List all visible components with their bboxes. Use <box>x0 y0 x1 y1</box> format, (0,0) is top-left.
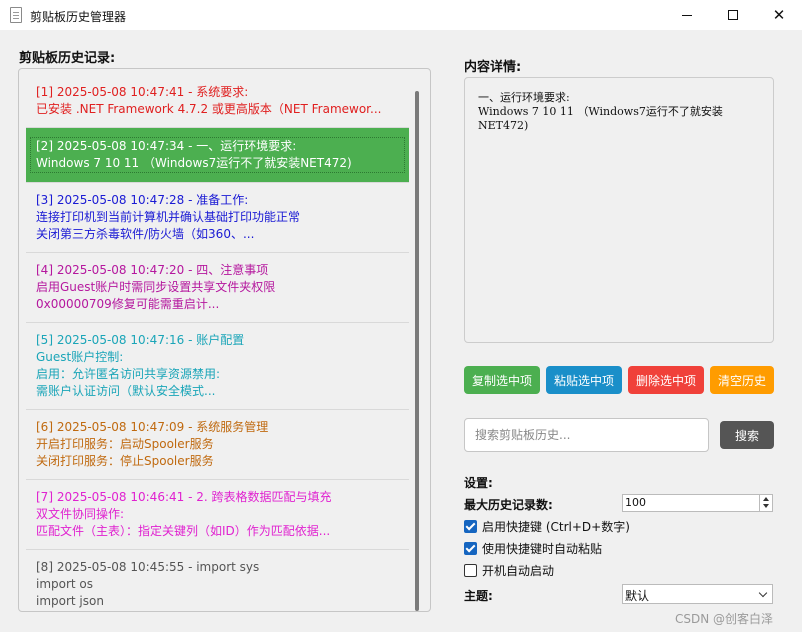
history-scrollbar[interactable] <box>415 91 419 611</box>
history-item-text: [8] 2025-05-08 10:45:55 - import sys impo… <box>36 559 399 610</box>
history-item[interactable]: [4] 2025-05-08 10:47:20 - 四、注意事项 启用Guest账… <box>26 253 409 323</box>
theme-label: 主题: <box>464 589 493 603</box>
history-item[interactable]: [8] 2025-05-08 10:45:55 - import sys impo… <box>26 550 409 611</box>
watermark: CSDN @创客白泽 <box>675 612 774 626</box>
autostart-checkbox-label: 开机自动启动 <box>482 564 555 578</box>
history-item[interactable]: [1] 2025-05-08 10:47:41 - 系统要求: 已安装 .NET … <box>26 72 409 128</box>
theme-value: 默认 <box>625 589 650 603</box>
maximize-button[interactable] <box>710 0 756 30</box>
history-item-line: Windows 7 10 11 （Windows7运行不了就安装NET472) <box>36 156 352 170</box>
history-item-text: [7] 2025-05-08 10:46:41 - 2. 跨表格数据匹配与填充双… <box>36 489 399 540</box>
history-item-line: 已安装 .NET Framework 4.7.2 或更高版本（NET Frame… <box>36 102 382 116</box>
auto-paste-checkbox-row[interactable]: 使用快捷键时自动粘贴 <box>464 540 602 557</box>
history-item-line: [6] 2025-05-08 10:47:09 - 系统服务管理 <box>36 420 269 434</box>
history-item-line: [8] 2025-05-08 10:45:55 - import sys <box>36 560 260 574</box>
history-item-text: [6] 2025-05-08 10:47:09 - 系统服务管理 开启打印服务：启… <box>36 419 399 470</box>
history-item-line: 需账户认证访问（默认安全模式... <box>36 384 216 398</box>
autostart-checkbox-row[interactable]: 开机自动启动 <box>464 562 554 579</box>
history-item-text: [3] 2025-05-08 10:47:28 - 准备工作: 连接打印机到当前计… <box>36 192 399 243</box>
history-item-line: 开启打印服务：启动Spooler服务 <box>36 437 214 451</box>
search-input[interactable] <box>464 418 709 452</box>
copy-selected-button[interactable]: 复制选中项 <box>464 366 540 394</box>
hotkey-checkbox[interactable] <box>464 520 477 533</box>
history-item-line: 关闭第三方杀毒软件/防火墙（如360、... <box>36 227 255 241</box>
history-item-text: [1] 2025-05-08 10:47:41 - 系统要求: 已安装 .NET … <box>36 84 399 118</box>
history-item-text: [4] 2025-05-08 10:47:20 - 四、注意事项 启用Guest账… <box>36 262 399 313</box>
minimize-icon <box>682 14 692 16</box>
settings-label: 设置: <box>464 476 493 490</box>
hotkey-checkbox-row[interactable]: 启用快捷键 (Ctrl+D+数字) <box>464 518 630 535</box>
history-item-line: [1] 2025-05-08 10:47:41 - 系统要求: <box>36 85 249 99</box>
history-item-line: [7] 2025-05-08 10:46:41 - 2. 跨表格数据匹配与填充 <box>36 490 332 504</box>
max-history-spinbox[interactable]: 100 <box>622 494 773 512</box>
close-button[interactable]: ✕ <box>756 0 802 30</box>
close-icon: ✕ <box>772 5 786 24</box>
history-item-line: 关闭打印服务：停止Spooler服务 <box>36 454 214 468</box>
delete-selected-button[interactable]: 删除选中项 <box>628 366 704 394</box>
history-item[interactable]: [3] 2025-05-08 10:47:28 - 准备工作: 连接打印机到当前计… <box>26 183 409 253</box>
history-item-text: [2] 2025-05-08 10:47:34 - 一、运行环境要求: Windo… <box>30 137 405 173</box>
history-label: 剪贴板历史记录: <box>19 51 116 66</box>
history-item[interactable]: [6] 2025-05-08 10:47:09 - 系统服务管理 开启打印服务：启… <box>26 410 409 480</box>
history-item-line: [4] 2025-05-08 10:47:20 - 四、注意事项 <box>36 263 269 277</box>
history-item-line: 0x00000709修复可能需重启计... <box>36 297 220 311</box>
history-item-line: [2] 2025-05-08 10:47:34 - 一、运行环境要求: <box>36 139 297 153</box>
history-item-line: 连接打印机到当前计算机并确认基础打印功能正常 <box>36 210 301 224</box>
detail-content[interactable]: 一、运行环境要求: Windows 7 10 11 （Windows7运行不了就… <box>464 77 774 343</box>
history-item-line: 启用：允许匿名访问共享资源禁用: <box>36 367 221 381</box>
history-item[interactable]: [7] 2025-05-08 10:46:41 - 2. 跨表格数据匹配与填充双… <box>26 480 409 550</box>
autostart-checkbox[interactable] <box>464 564 477 577</box>
search-button[interactable]: 搜索 <box>720 421 774 449</box>
spin-arrows[interactable] <box>759 495 772 511</box>
max-history-label: 最大历史记录数: <box>464 498 553 512</box>
minimize-button[interactable] <box>664 0 710 30</box>
clear-history-button[interactable]: 清空历史 <box>710 366 774 394</box>
chevron-down-icon <box>758 588 768 598</box>
history-list[interactable]: [1] 2025-05-08 10:47:41 - 系统要求: 已安装 .NET … <box>26 72 409 611</box>
history-item-line: Guest账户控制: <box>36 350 124 364</box>
spin-down-icon[interactable] <box>763 504 769 508</box>
history-item-line: [5] 2025-05-08 10:47:16 - 账户配置 <box>36 333 245 347</box>
auto-paste-checkbox-label: 使用快捷键时自动粘贴 <box>482 542 603 556</box>
window-title: 剪贴板历史管理器 <box>30 10 127 24</box>
history-item-line: 双文件协同操作: <box>36 507 125 521</box>
theme-select[interactable]: 默认 <box>622 584 773 604</box>
history-item-line: 匹配文件（主表）：指定关键列（如ID）作为匹配依据... <box>36 524 331 538</box>
max-history-value[interactable]: 100 <box>625 496 646 509</box>
history-item-line: [3] 2025-05-08 10:47:28 - 准备工作: <box>36 193 249 207</box>
history-item[interactable]: [5] 2025-05-08 10:47:16 - 账户配置 Guest账户控制:… <box>26 323 409 410</box>
auto-paste-checkbox[interactable] <box>464 542 477 555</box>
maximize-icon <box>728 10 738 20</box>
history-item-line: 启用Guest账户时需同步设置共享文件夹权限 <box>36 280 276 294</box>
history-item-text: [5] 2025-05-08 10:47:16 - 账户配置 Guest账户控制:… <box>36 332 399 400</box>
title-bar[interactable]: 剪贴板历史管理器 ✕ <box>0 0 802 30</box>
history-item-line: import json <box>36 594 104 608</box>
history-list-frame: [1] 2025-05-08 10:47:41 - 系统要求: 已安装 .NET … <box>18 68 431 612</box>
spin-up-icon[interactable] <box>763 497 769 501</box>
hotkey-checkbox-label: 启用快捷键 (Ctrl+D+数字) <box>482 520 630 534</box>
detail-label: 内容详情: <box>464 60 522 75</box>
paste-selected-button[interactable]: 粘贴选中项 <box>546 366 622 394</box>
document-icon <box>10 7 22 23</box>
history-item[interactable]: [2] 2025-05-08 10:47:34 - 一、运行环境要求: Windo… <box>26 128 409 183</box>
history-item-line: import os <box>36 577 94 591</box>
